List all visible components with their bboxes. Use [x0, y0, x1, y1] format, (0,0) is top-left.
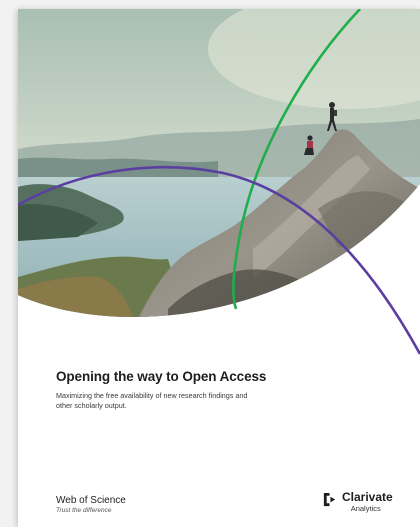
brochure-cover: Opening the way to Open Access Maximizin…: [18, 9, 420, 527]
clarivate-mark-icon: [323, 492, 336, 507]
web-of-science-logo: Web of Science Trust the difference: [56, 495, 126, 515]
company-subtitle: Analytics: [350, 504, 381, 513]
document-subtitle: Maximizing the free availability of new …: [56, 391, 248, 410]
product-tagline: Trust the difference: [56, 507, 112, 514]
cover-text: Opening the way to Open Access Maximizin…: [56, 369, 386, 411]
company-name: Clarivate: [342, 490, 393, 504]
document-title: Opening the way to Open Access: [56, 369, 267, 384]
clarivate-analytics-logo: Clarivate Analytics: [322, 491, 393, 513]
cover-photo: [18, 9, 420, 355]
product-name: Web of Science: [56, 495, 126, 506]
